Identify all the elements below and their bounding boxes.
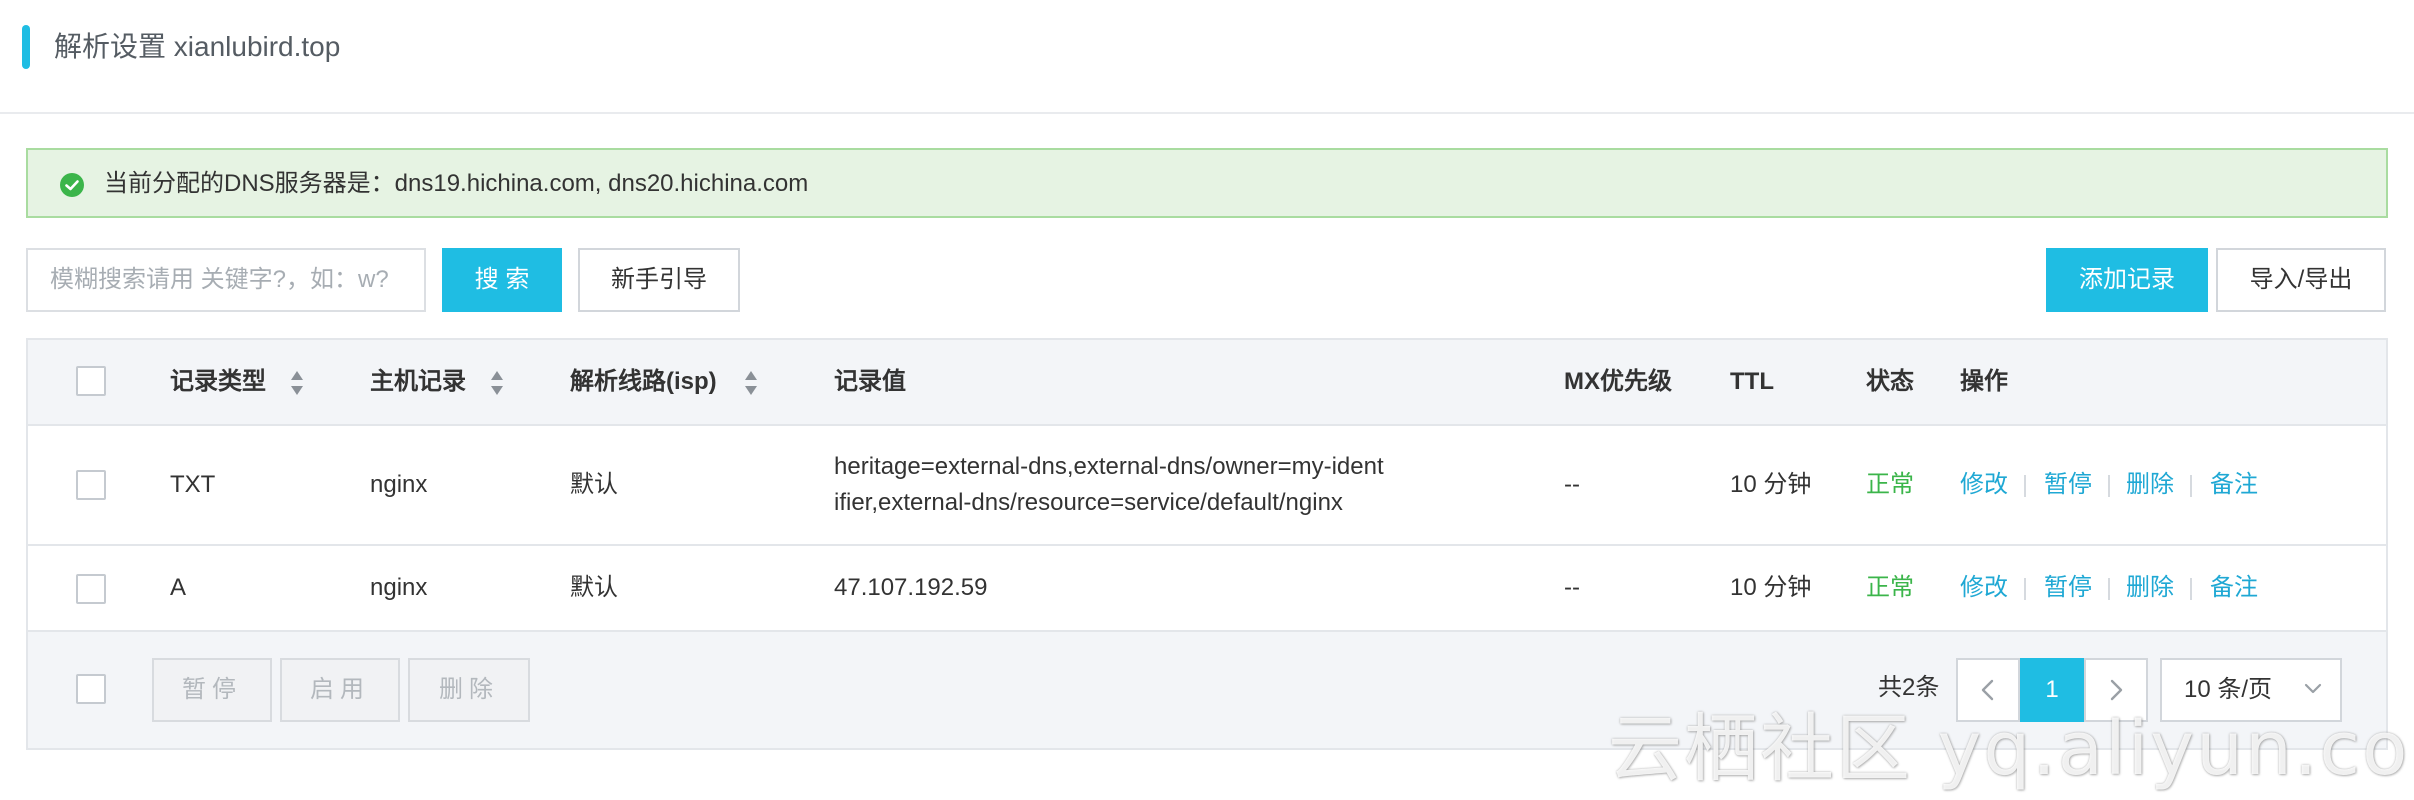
bulk-enable-button[interactable]: 启用 [280, 658, 400, 722]
title-accent-bar [22, 25, 30, 69]
search-button[interactable]: 搜 索 [442, 248, 562, 312]
add-record-button[interactable]: 添加记录 [2046, 248, 2208, 312]
delete-link[interactable]: 删除 [2126, 570, 2174, 606]
header-ttl: TTL [1730, 368, 1774, 395]
status-badge: 正常 [1866, 471, 1914, 498]
record-type: TXT [170, 471, 216, 498]
divider [2024, 475, 2026, 497]
ttl-value: 10 分钟 [1730, 574, 1812, 601]
record-value: 47.107.192.59 [834, 574, 988, 601]
guide-button[interactable]: 新手引导 [578, 248, 740, 312]
sort-icon[interactable] [290, 370, 304, 396]
search-input[interactable] [26, 248, 426, 312]
watermark: 云栖社区 yq.aliyun.com [1608, 706, 2414, 792]
header-operations: 操作 [1960, 368, 2008, 395]
page-title: 解析设置 xianlubird.top [54, 31, 341, 62]
notice-text: 当前分配的DNS服务器是：dns19.hichina.com, dns20.hi… [104, 170, 809, 197]
divider [2108, 578, 2110, 600]
total-count: 共2条 [1878, 674, 1940, 701]
row-checkbox[interactable] [76, 574, 106, 604]
sort-icon[interactable] [744, 370, 758, 396]
record-value-line1: heritage=external-dns,external-dns/owner… [834, 453, 1384, 480]
sort-icon[interactable] [490, 370, 504, 396]
check-circle-icon [60, 173, 84, 197]
record-type: A [170, 574, 187, 601]
remark-link[interactable]: 备注 [2210, 570, 2258, 606]
header-status: 状态 [1866, 368, 1914, 395]
page-size-value: 10 条/页 [2184, 676, 2273, 703]
resolve-line: 默认 [570, 574, 618, 601]
status-badge: 正常 [1866, 574, 1914, 601]
pause-link[interactable]: 暂停 [2044, 570, 2092, 606]
remark-link[interactable]: 备注 [2210, 467, 2258, 503]
header-record-type[interactable]: 记录类型 [170, 364, 266, 400]
table-row: TXT nginx 默认 heritage=external-dns,exter… [28, 426, 2386, 546]
select-all-checkbox[interactable] [76, 674, 106, 704]
host-record: nginx [370, 574, 428, 601]
import-export-button[interactable]: 导入/导出 [2216, 248, 2386, 312]
pause-link[interactable]: 暂停 [2044, 467, 2092, 503]
ttl-value: 10 分钟 [1730, 471, 1812, 498]
mx-priority: -- [1564, 471, 1580, 498]
resolve-line: 默认 [570, 471, 618, 498]
host-record: nginx [370, 471, 428, 498]
header-record-value: 记录值 [834, 368, 906, 395]
select-all-checkbox[interactable] [76, 366, 106, 396]
records-table: 记录类型 主机记录 解析线路(isp) 记录值 MX优先级 TTL 状态 操作 … [26, 338, 2388, 750]
divider [2190, 578, 2192, 600]
bulk-pause-button[interactable]: 暂停 [152, 658, 272, 722]
dns-server-notice: 当前分配的DNS服务器是：dns19.hichina.com, dns20.hi… [26, 148, 2388, 218]
header-host-record[interactable]: 主机记录 [370, 364, 466, 400]
table-row: A nginx 默认 47.107.192.59 -- 10 分钟 正常 修改 … [28, 546, 2386, 632]
chevron-down-icon [2304, 683, 2322, 694]
delete-link[interactable]: 删除 [2126, 467, 2174, 503]
mx-priority: -- [1564, 574, 1580, 601]
divider [2108, 475, 2110, 497]
header-mx-priority: MX优先级 [1564, 368, 1672, 395]
bulk-delete-button[interactable]: 删除 [408, 658, 530, 722]
edit-link[interactable]: 修改 [1960, 467, 2008, 503]
divider [2024, 578, 2026, 600]
page-header: 解析设置 xianlubird.top [0, 0, 2414, 114]
table-header: 记录类型 主机记录 解析线路(isp) 记录值 MX优先级 TTL 状态 操作 [28, 340, 2386, 426]
header-resolve-line[interactable]: 解析线路(isp) [570, 364, 717, 400]
divider [2190, 475, 2192, 497]
row-checkbox[interactable] [76, 470, 106, 500]
edit-link[interactable]: 修改 [1960, 570, 2008, 606]
record-value-line2: ifier,external-dns/resource=service/defa… [834, 489, 1343, 516]
